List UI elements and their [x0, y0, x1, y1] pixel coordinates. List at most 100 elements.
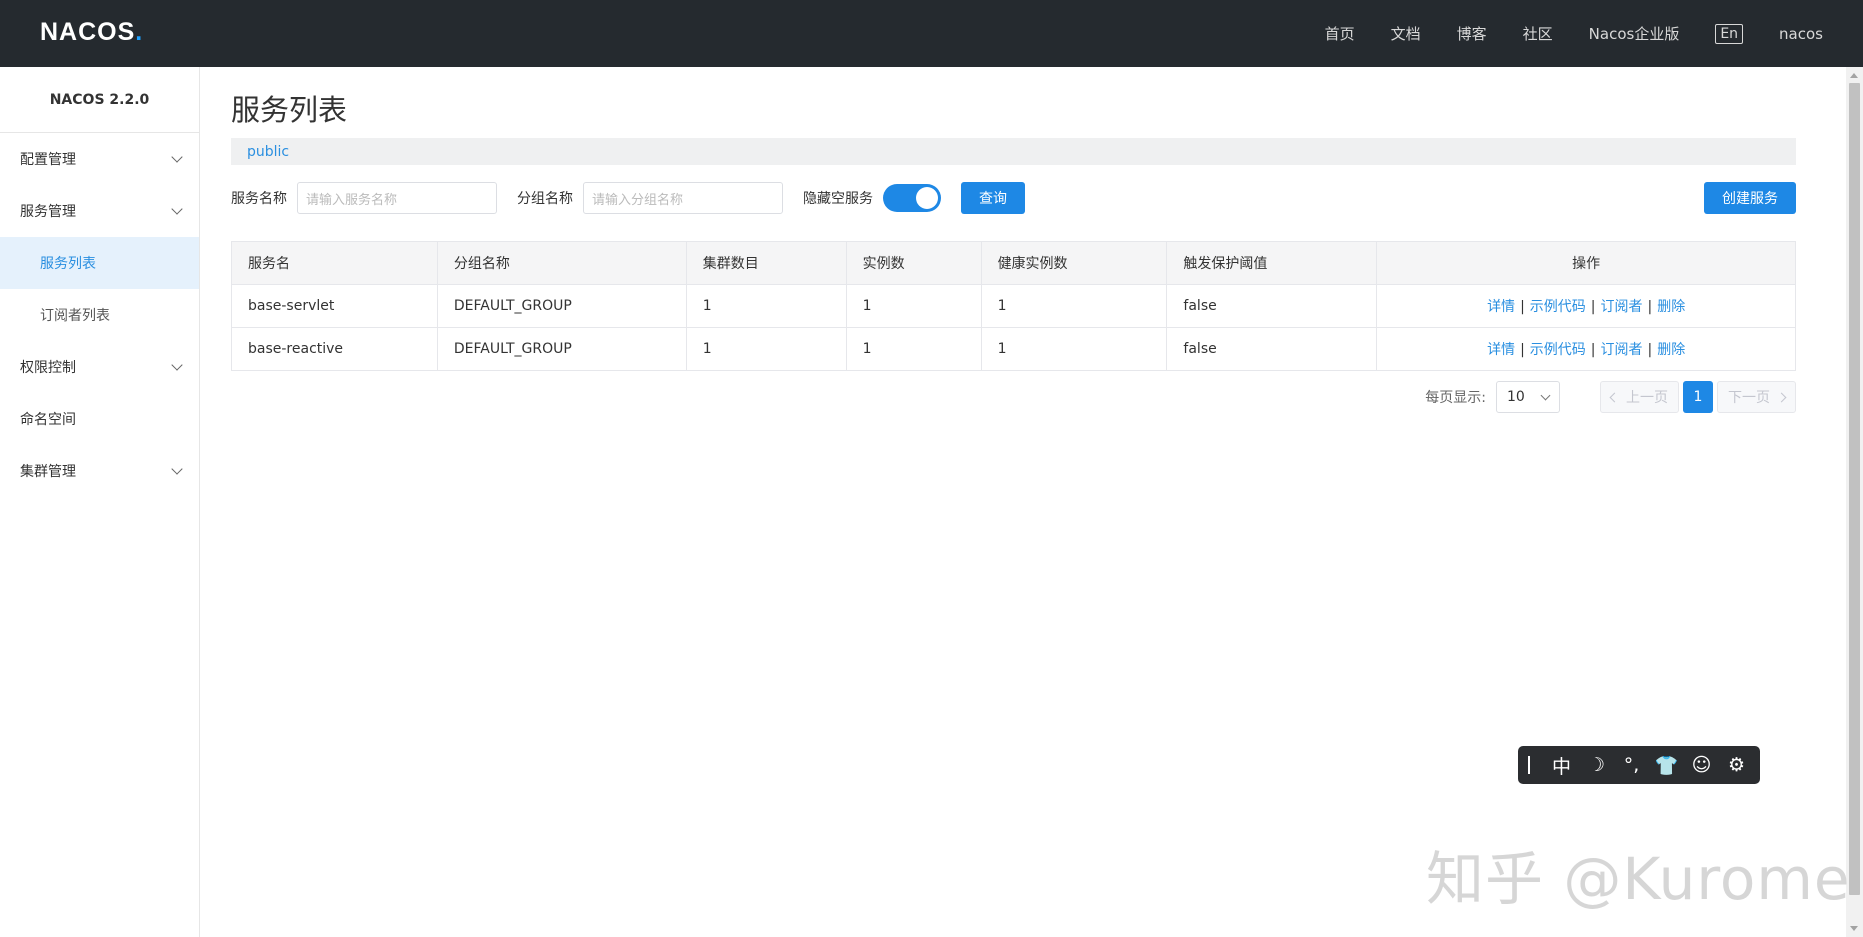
chevron-down-icon [171, 463, 183, 475]
chevron-left-icon [1609, 392, 1620, 402]
cell-cluster-count: 1 [685, 327, 847, 371]
cell-operations: 详情 | 示例代码 | 订阅者 | 删除 [1376, 284, 1796, 328]
separator: | [1590, 299, 1596, 315]
user-menu[interactable]: nacos [1779, 25, 1823, 43]
namespace-bar: public [231, 138, 1796, 165]
chevron-down-icon [1540, 390, 1551, 400]
service-name-input[interactable]: 请输入服务名称 [297, 182, 497, 214]
top-navbar: NACOS. 首页 文档 博客 社区 Nacos企业版 En nacos [0, 0, 1863, 67]
page-size-value: 10 [1507, 389, 1525, 405]
next-page-label: 下一页 [1728, 390, 1770, 406]
sidebar-item-label: 集群管理 [20, 464, 76, 480]
ime-toolbar: 中 ☽ °, 👕 ☺ ⚙ [1518, 746, 1760, 784]
sidebar-item-label: 服务列表 [40, 256, 96, 272]
nav-enterprise[interactable]: Nacos企业版 [1589, 23, 1680, 44]
sidebar-item-label: 配置管理 [20, 152, 76, 168]
query-button[interactable]: 查询 [961, 182, 1025, 214]
cell-healthy-count: 1 [980, 327, 1168, 371]
sidebar-item-namespace[interactable]: 命名空间 [0, 393, 199, 445]
sidebar-item-label: 订阅者列表 [40, 308, 110, 324]
scrollbar-thumb[interactable] [1849, 83, 1860, 895]
page-size-label: 每页显示: [1425, 390, 1486, 406]
main-content: 服务列表 public 服务名称 请输入服务名称 分组名称 请输入分组名称 隐藏… [231, 67, 1796, 413]
nav-home[interactable]: 首页 [1325, 23, 1355, 44]
version-label: NACOS 2.2.0 [0, 67, 199, 133]
ime-drag-handle[interactable] [1528, 756, 1530, 774]
scroll-up-arrow-icon[interactable] [1850, 73, 1858, 78]
detail-link[interactable]: 详情 [1487, 299, 1515, 315]
separator: | [1520, 299, 1525, 315]
next-page-button[interactable]: 下一页 [1717, 381, 1796, 413]
sidebar-item-subscribers[interactable]: 订阅者列表 [0, 289, 199, 341]
subscriber-link[interactable]: 订阅者 [1601, 342, 1643, 358]
table-row: base-servlet DEFAULT_GROUP 1 1 1 false 详… [231, 284, 1796, 328]
subscriber-link[interactable]: 订阅者 [1601, 299, 1643, 315]
nacos-logo[interactable]: NACOS. [40, 18, 143, 47]
chevron-down-icon [171, 151, 183, 163]
ime-moon-icon[interactable]: ☽ [1579, 754, 1614, 776]
toggle-knob [916, 187, 938, 209]
ime-chinese-mode-icon[interactable]: 中 [1544, 752, 1579, 779]
sidebar-item-service-list[interactable]: 服务列表 [0, 237, 199, 289]
page-number-current[interactable]: 1 [1683, 381, 1713, 413]
sidebar-item-config[interactable]: 配置管理 [0, 133, 199, 185]
nav-blog[interactable]: 博客 [1457, 23, 1487, 44]
language-switch[interactable]: En [1715, 23, 1744, 44]
nav-community[interactable]: 社区 [1523, 23, 1553, 44]
sidebar-item-label: 权限控制 [20, 360, 76, 376]
service-name-label: 服务名称 [231, 191, 287, 207]
chevron-down-icon [171, 203, 183, 215]
cell-group-name: DEFAULT_GROUP [436, 284, 687, 328]
col-cluster-count: 集群数目 [685, 241, 847, 285]
cell-threshold: false [1166, 327, 1378, 371]
ime-skin-icon[interactable]: 👕 [1649, 754, 1684, 777]
logo-dot: . [135, 18, 144, 46]
sidebar-item-label: 服务管理 [20, 204, 76, 220]
sample-code-link[interactable]: 示例代码 [1530, 342, 1586, 358]
chevron-down-icon [171, 359, 183, 371]
page-size-select[interactable]: 10 [1496, 381, 1560, 413]
logo-text: NACOS [40, 18, 136, 46]
hide-empty-toggle[interactable] [883, 184, 941, 212]
cell-group-name: DEFAULT_GROUP [436, 327, 687, 371]
cell-instance-count: 1 [845, 327, 982, 371]
delete-link[interactable]: 删除 [1657, 299, 1685, 315]
group-name-input[interactable]: 请输入分组名称 [583, 182, 783, 214]
col-operations: 操作 [1376, 241, 1796, 285]
prev-page-label: 上一页 [1626, 390, 1668, 406]
cell-threshold: false [1166, 284, 1378, 328]
cell-healthy-count: 1 [980, 284, 1168, 328]
col-healthy-count: 健康实例数 [980, 241, 1168, 285]
vertical-scrollbar[interactable] [1846, 67, 1863, 937]
delete-link[interactable]: 删除 [1657, 342, 1685, 358]
col-service-name: 服务名 [231, 241, 438, 285]
cell-operations: 详情 | 示例代码 | 订阅者 | 删除 [1376, 327, 1796, 371]
create-service-button[interactable]: 创建服务 [1704, 182, 1796, 214]
sidebar-item-label: 命名空间 [20, 412, 76, 428]
ime-emoji-icon[interactable]: ☺ [1684, 754, 1719, 776]
prev-page-button[interactable]: 上一页 [1600, 381, 1679, 413]
detail-link[interactable]: 详情 [1487, 342, 1515, 358]
chevron-right-icon [1776, 392, 1787, 402]
separator: | [1647, 299, 1653, 315]
watermark: 知乎 @Kurome [1426, 845, 1851, 913]
pagination: 每页显示: 10 上一页 1 下一页 [231, 381, 1796, 413]
search-form: 服务名称 请输入服务名称 分组名称 请输入分组名称 隐藏空服务 查询 创建服务 [231, 181, 1796, 215]
sidebar-item-auth[interactable]: 权限控制 [0, 341, 199, 393]
scroll-down-arrow-icon[interactable] [1850, 926, 1858, 931]
table-header-row: 服务名 分组名称 集群数目 实例数 健康实例数 触发保护阈值 操作 [231, 241, 1796, 285]
separator: | [1590, 342, 1596, 358]
page-title: 服务列表 [231, 93, 348, 127]
ime-punctuation-icon[interactable]: °, [1614, 754, 1649, 776]
ime-settings-icon[interactable]: ⚙ [1719, 754, 1754, 776]
col-group-name: 分组名称 [436, 241, 687, 285]
sidebar-item-cluster[interactable]: 集群管理 [0, 445, 199, 497]
sidebar-item-service-management[interactable]: 服务管理 [0, 185, 199, 237]
hide-empty-label: 隐藏空服务 [803, 191, 873, 207]
sidebar: NACOS 2.2.0 配置管理 服务管理 服务列表 订阅者列表 权限控制 命名… [0, 67, 200, 937]
service-table: 服务名 分组名称 集群数目 实例数 健康实例数 触发保护阈值 操作 base-s… [231, 241, 1796, 371]
namespace-public[interactable]: public [247, 144, 289, 160]
nav-docs[interactable]: 文档 [1391, 23, 1421, 44]
cell-service-name: base-reactive [231, 327, 438, 371]
sample-code-link[interactable]: 示例代码 [1530, 299, 1586, 315]
